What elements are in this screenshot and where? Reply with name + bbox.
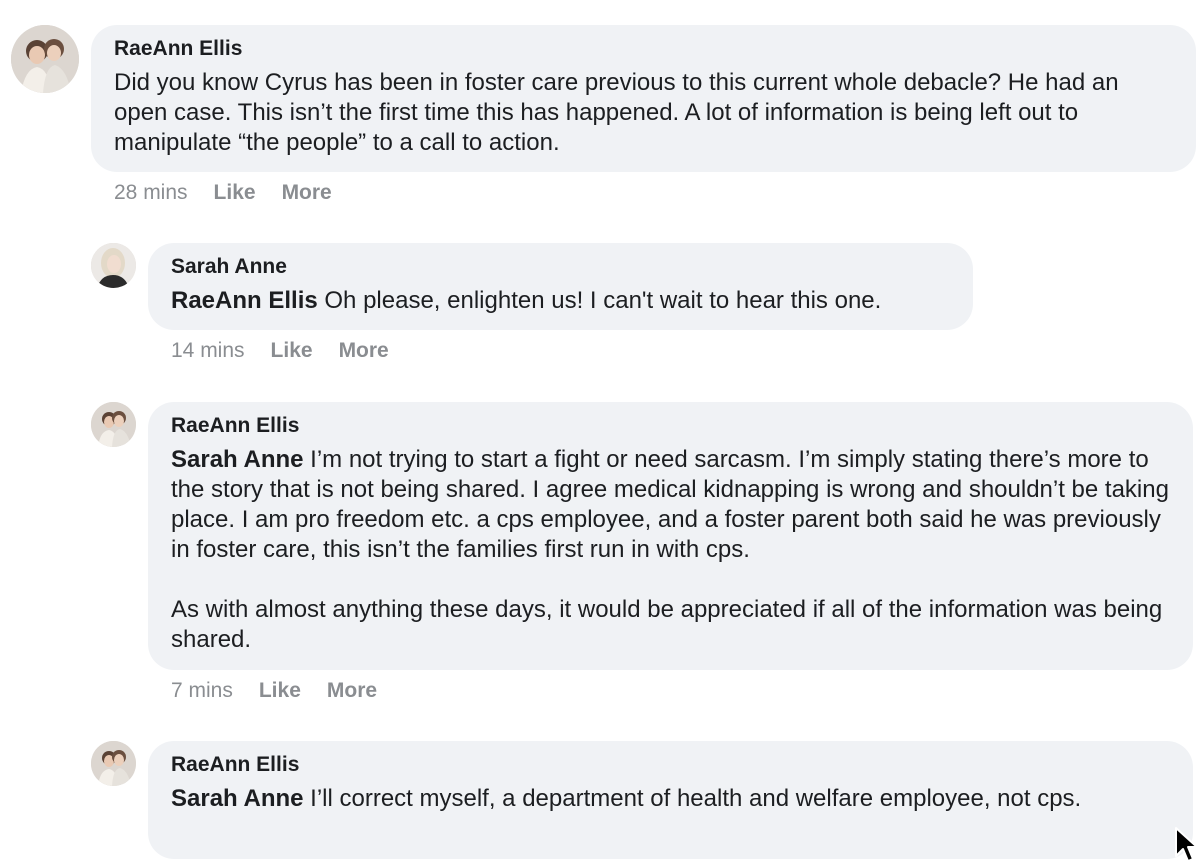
more-button[interactable]: More: [327, 679, 377, 702]
comment-paragraph: As with almost anything these days, it w…: [171, 596, 1163, 653]
comment-text: Sarah Anne I’m not trying to start a fig…: [171, 445, 1170, 655]
comment-paragraph: Sarah Anne I’m not trying to start a fig…: [171, 445, 1170, 565]
comment-timestamp[interactable]: 7 mins: [171, 679, 233, 702]
comment-bubble: RaeAnn Ellis Sarah Anne I’m not trying t…: [148, 402, 1193, 670]
comment-author[interactable]: RaeAnn Ellis: [171, 413, 1170, 439]
more-button[interactable]: More: [282, 181, 332, 204]
comment-author[interactable]: RaeAnn Ellis: [171, 752, 1170, 778]
comment-message: I’ll correct myself, a department of hea…: [310, 785, 1082, 812]
comment-bubble: RaeAnn Ellis Sarah Anne I’ll correct mys…: [148, 741, 1193, 859]
comment-author[interactable]: RaeAnn Ellis: [114, 36, 1173, 62]
comment-timestamp[interactable]: 14 mins: [171, 339, 245, 362]
comment-timestamp[interactable]: 28 mins: [114, 181, 188, 204]
profile-photo-couple-icon: [11, 25, 79, 93]
comment-message: Oh please, enlighten us! I can't wait to…: [324, 287, 882, 314]
comment-text: Did you know Cyrus has been in foster ca…: [114, 68, 1173, 158]
comment-paragraph: Did you know Cyrus has been in foster ca…: [114, 69, 1119, 156]
comment-actions: 7 mins Like More: [171, 678, 403, 704]
comment-paragraph: Sarah Anne I’ll correct myself, a depart…: [171, 784, 1170, 814]
profile-photo-woman-icon: [91, 243, 136, 288]
comment-bubble: Sarah Anne RaeAnn Ellis Oh please, enlig…: [148, 243, 973, 330]
like-button[interactable]: Like: [271, 339, 313, 362]
comment-message: I’m not trying to start a fight or need …: [171, 446, 1169, 563]
comment-actions: 14 mins Like More: [171, 338, 415, 364]
comment-actions: 28 mins Like More: [114, 180, 358, 206]
comment-bubble: RaeAnn Ellis Did you know Cyrus has been…: [91, 25, 1196, 172]
like-button[interactable]: Like: [259, 679, 301, 702]
avatar[interactable]: [91, 243, 136, 288]
comment-author[interactable]: Sarah Anne: [171, 254, 950, 280]
avatar[interactable]: [11, 25, 79, 93]
comment-text: RaeAnn Ellis Oh please, enlighten us! I …: [171, 286, 950, 316]
mention-link[interactable]: RaeAnn Ellis: [171, 287, 318, 314]
profile-photo-couple-icon: [91, 402, 136, 447]
comment-paragraph: RaeAnn Ellis Oh please, enlighten us! I …: [171, 286, 950, 316]
comment-text: Sarah Anne I’ll correct myself, a depart…: [171, 784, 1170, 814]
more-button[interactable]: More: [339, 339, 389, 362]
mention-link[interactable]: Sarah Anne: [171, 785, 303, 812]
avatar[interactable]: [91, 402, 136, 447]
avatar[interactable]: [91, 741, 136, 786]
like-button[interactable]: Like: [214, 181, 256, 204]
profile-photo-couple-icon: [91, 741, 136, 786]
mouse-pointer-icon: [1175, 827, 1198, 862]
mention-link[interactable]: Sarah Anne: [171, 446, 303, 473]
